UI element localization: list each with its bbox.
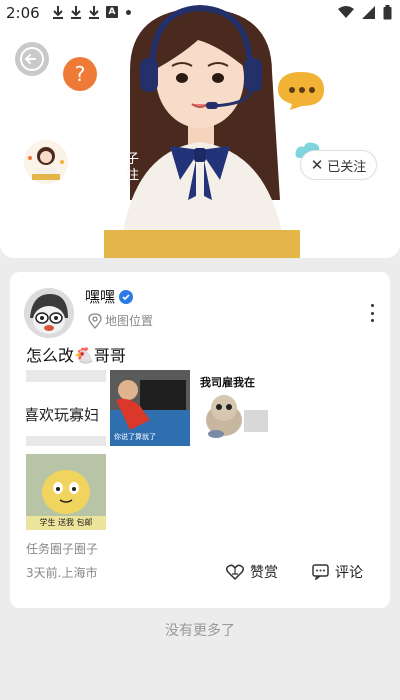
status-time: 2:06 <box>6 4 40 22</box>
status-bar: 2:06 A <box>0 0 400 26</box>
verified-icon <box>119 289 134 304</box>
heart-icon <box>226 564 244 580</box>
location-link[interactable]: 地图位置 <box>88 312 153 329</box>
location-label: 地图位置 <box>105 314 154 328</box>
post-image-1[interactable]: 喜欢玩寡妇 <box>26 370 106 446</box>
image-caption: 你说了算就了 <box>114 433 156 441</box>
post-image-3[interactable]: 我司雇我在 <box>194 370 274 446</box>
dot-icon <box>126 9 131 15</box>
followed-label: 已关注 <box>327 159 367 175</box>
user-avatar-image <box>24 288 74 338</box>
mini-service-avatar <box>24 140 68 184</box>
post-image-4[interactable]: 学生 送我 包邮 <box>26 454 106 530</box>
download-icon <box>71 6 81 19</box>
customer-service-illustration <box>104 4 300 258</box>
image-caption: 喜欢玩寡妇 <box>26 406 100 424</box>
more-dot-icon <box>370 311 374 315</box>
followed-button[interactable]: ✕ 已关注 <box>300 150 377 180</box>
reward-button[interactable]: 赞赏 <box>226 562 278 582</box>
circle-tag-link[interactable]: 任务圈子圈子 <box>26 540 98 557</box>
comment-button[interactable]: 评论 <box>312 562 363 582</box>
chat-bubble-icon <box>278 72 324 110</box>
a-icon: A <box>106 6 118 18</box>
post-author[interactable]: 嘿嘿 <box>85 286 134 307</box>
comment-label: 评论 <box>335 565 363 581</box>
download-icon <box>53 6 63 19</box>
more-dot-icon <box>370 304 374 307</box>
more-dot-icon <box>370 319 374 322</box>
svg-text:?: ? <box>75 62 86 86</box>
no-more-text: 没有更多了 <box>165 623 235 639</box>
back-arrow-icon <box>20 47 44 71</box>
signal-icon <box>362 6 375 19</box>
close-icon: ✕ <box>310 155 324 174</box>
avatar[interactable] <box>24 288 74 338</box>
download-icon <box>89 6 99 19</box>
image-caption: 我司雇我在 <box>200 376 255 389</box>
location-pin-icon <box>88 312 102 329</box>
background-name-text: 子 注 <box>126 152 140 183</box>
image-caption: 学生 送我 包邮 <box>26 516 106 530</box>
post-text: 怎么改🐔哥哥 <box>26 346 126 365</box>
question-bubble-icon: ? <box>63 57 97 91</box>
more-options-button[interactable] <box>368 304 376 322</box>
battery-icon <box>383 5 392 20</box>
comment-icon <box>312 564 329 580</box>
post-image-2[interactable]: 你说了算就了 <box>110 370 190 446</box>
profile-header: ? 子 注 ✕ 已关注 <box>0 0 400 258</box>
wifi-icon <box>338 6 354 18</box>
back-button[interactable] <box>15 42 49 76</box>
username: 嘿嘿 <box>85 288 116 306</box>
post-time-location: 3天前.上海市 <box>26 566 98 580</box>
reward-label: 赞赏 <box>250 565 278 581</box>
post-card[interactable]: 嘿嘿 地图位置 怎么改🐔哥哥 喜欢玩寡妇 你说了算就了 我司雇我在 学生 送我 … <box>10 272 390 608</box>
